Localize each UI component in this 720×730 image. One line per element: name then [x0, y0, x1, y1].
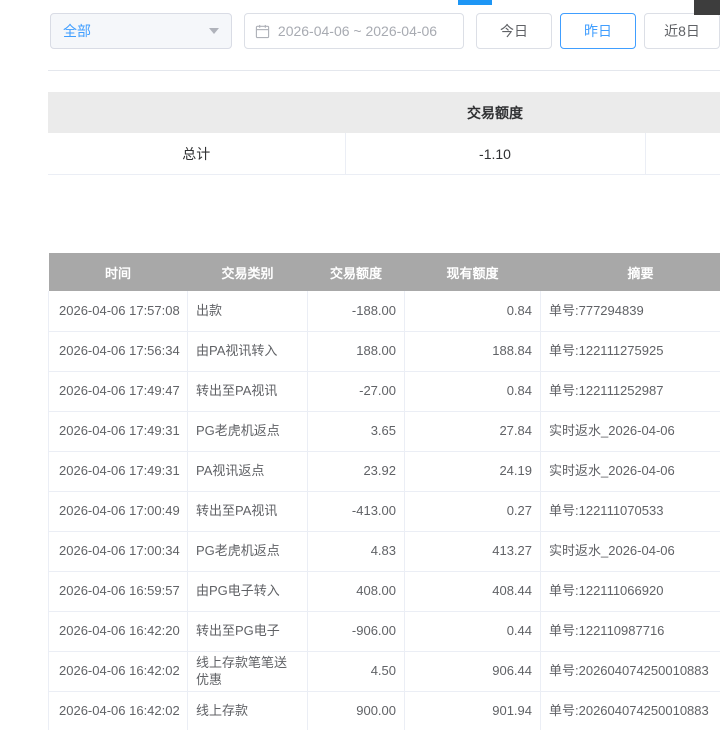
- table-cell: 线上存款笔笔送优惠: [188, 651, 308, 691]
- summary-total-row: 总计 -1.10: [48, 133, 720, 175]
- quick-date-button-1[interactable]: 昨日: [560, 13, 636, 49]
- table-cell: 线上存款: [188, 691, 308, 730]
- table-cell: 4.50: [308, 651, 405, 691]
- table-cell: 单号:122111066920: [541, 571, 720, 611]
- table-cell: PA视讯返点: [188, 451, 308, 491]
- table-cell: 由PG电子转入: [188, 571, 308, 611]
- table-cell: PG老虎机返点: [188, 411, 308, 451]
- table-cell: 901.94: [405, 691, 541, 730]
- table-cell: 实时返水_2026-04-06: [541, 451, 720, 491]
- table-cell: 2026-04-06 17:00:34: [49, 531, 188, 571]
- table-row: 2026-04-06 17:57:08出款-188.000.84单号:77729…: [49, 291, 720, 331]
- table-cell: 2026-04-06 17:00:49: [49, 491, 188, 531]
- table-cell: 单号:122110987716: [541, 611, 720, 651]
- table-cell: 408.44: [405, 571, 541, 611]
- summary-total-value: -1.10: [345, 133, 645, 175]
- table-cell: 2026-04-06 17:57:08: [49, 291, 188, 331]
- table-cell: -413.00: [308, 491, 405, 531]
- table-row: 2026-04-06 17:49:31PA视讯返点23.9224.19实时返水_…: [49, 451, 720, 491]
- top-right-dark-block: [694, 0, 720, 15]
- table-cell: 2026-04-06 17:49:47: [49, 371, 188, 411]
- table-cell: 单号:202604074250010883: [541, 691, 720, 730]
- date-range-picker[interactable]: 2026-04-06 ~ 2026-04-06: [244, 13, 464, 49]
- summary-header-amount: 交易额度: [345, 92, 645, 133]
- table-row: 2026-04-06 16:59:57由PG电子转入408.00408.44单号…: [49, 571, 720, 611]
- table-row: 2026-04-06 16:42:02线上存款笔笔送优惠4.50906.44单号…: [49, 651, 720, 691]
- column-header-2: 交易额度: [308, 253, 405, 291]
- table-cell: 906.44: [405, 651, 541, 691]
- table-cell: 单号:777294839: [541, 291, 720, 331]
- summary-header-spacer-right: [645, 92, 720, 133]
- table-cell: 2026-04-06 16:42:02: [49, 691, 188, 730]
- table-cell: -906.00: [308, 611, 405, 651]
- quick-date-button-0[interactable]: 今日: [476, 13, 552, 49]
- transactions-header-row: 时间交易类别交易额度现有额度摘要: [49, 253, 720, 291]
- table-row: 2026-04-06 17:49:47转出至PA视讯-27.000.84单号:1…: [49, 371, 720, 411]
- table-cell: 单号:122111252987: [541, 371, 720, 411]
- table-row: 2026-04-06 16:42:20转出至PG电子-906.000.44单号:…: [49, 611, 720, 651]
- summary-total-spacer: [645, 133, 720, 175]
- table-cell: 由PA视讯转入: [188, 331, 308, 371]
- table-cell: 转出至PA视讯: [188, 491, 308, 531]
- table-row: 2026-04-06 16:42:02线上存款900.00901.94单号:20…: [49, 691, 720, 730]
- table-cell: 2026-04-06 16:42:20: [49, 611, 188, 651]
- chevron-down-icon: [209, 28, 219, 34]
- transaction-report-page: 全部 2026-04-06 ~ 2026-04-06 今日昨日近8日 交易额度: [0, 0, 720, 730]
- date-range-value: 2026-04-06 ~ 2026-04-06: [278, 23, 437, 39]
- category-select-value: 全部: [63, 21, 91, 41]
- filter-bar: 全部 2026-04-06 ~ 2026-04-06 今日昨日近8日: [50, 12, 720, 50]
- table-cell: 单号:202604074250010883: [541, 651, 720, 691]
- table-cell: 900.00: [308, 691, 405, 730]
- summary-total-label: 总计: [48, 133, 345, 175]
- table-cell: 413.27: [405, 531, 541, 571]
- table-cell: 408.00: [308, 571, 405, 611]
- table-row: 2026-04-06 17:56:34由PA视讯转入188.00188.84单号…: [49, 331, 720, 371]
- table-cell: 188.00: [308, 331, 405, 371]
- table-cell: 2026-04-06 17:49:31: [49, 411, 188, 451]
- summary-table: 交易额度 总计 -1.10: [48, 92, 720, 175]
- calendar-icon: [255, 24, 270, 39]
- summary-table-wrap: 交易额度 总计 -1.10: [48, 92, 720, 175]
- table-cell: 实时返水_2026-04-06: [541, 411, 720, 451]
- table-cell: 24.19: [405, 451, 541, 491]
- table-row: 2026-04-06 17:00:49转出至PA视讯-413.000.27单号:…: [49, 491, 720, 531]
- column-header-3: 现有额度: [405, 253, 541, 291]
- table-row: 2026-04-06 17:00:34PG老虎机返点4.83413.27实时返水…: [49, 531, 720, 571]
- table-cell: -27.00: [308, 371, 405, 411]
- quick-date-buttons: 今日昨日近8日: [476, 13, 720, 49]
- quick-date-button-2[interactable]: 近8日: [644, 13, 720, 49]
- table-cell: 0.44: [405, 611, 541, 651]
- table-cell: 0.27: [405, 491, 541, 531]
- table-cell: 实时返水_2026-04-06: [541, 531, 720, 571]
- column-header-4: 摘要: [541, 253, 720, 291]
- table-cell: -188.00: [308, 291, 405, 331]
- table-cell: 单号:122111275925: [541, 331, 720, 371]
- table-cell: 3.65: [308, 411, 405, 451]
- table-cell: 0.84: [405, 291, 541, 331]
- table-row: 2026-04-06 17:49:31PG老虎机返点3.6527.84实时返水_…: [49, 411, 720, 451]
- category-select[interactable]: 全部: [50, 13, 232, 49]
- table-cell: 23.92: [308, 451, 405, 491]
- table-cell: 单号:122111070533: [541, 491, 720, 531]
- table-cell: 2026-04-06 17:49:31: [49, 451, 188, 491]
- table-cell: 出款: [188, 291, 308, 331]
- table-cell: 4.83: [308, 531, 405, 571]
- summary-header-spacer-left: [48, 92, 345, 133]
- top-tab-indicator: [458, 0, 492, 5]
- table-cell: 2026-04-06 16:42:02: [49, 651, 188, 691]
- table-cell: 转出至PA视讯: [188, 371, 308, 411]
- table-cell: 转出至PG电子: [188, 611, 308, 651]
- transactions-table-wrap: 时间交易类别交易额度现有额度摘要 2026-04-06 17:57:08出款-1…: [48, 253, 720, 730]
- table-cell: 2026-04-06 16:59:57: [49, 571, 188, 611]
- summary-header-row: 交易额度: [48, 92, 720, 133]
- table-cell: 2026-04-06 17:56:34: [49, 331, 188, 371]
- table-cell: PG老虎机返点: [188, 531, 308, 571]
- divider: [48, 70, 720, 71]
- table-cell: 0.84: [405, 371, 541, 411]
- table-cell: 188.84: [405, 331, 541, 371]
- column-header-0: 时间: [49, 253, 188, 291]
- transactions-table: 时间交易类别交易额度现有额度摘要 2026-04-06 17:57:08出款-1…: [48, 253, 720, 730]
- table-cell: 27.84: [405, 411, 541, 451]
- column-header-1: 交易类别: [188, 253, 308, 291]
